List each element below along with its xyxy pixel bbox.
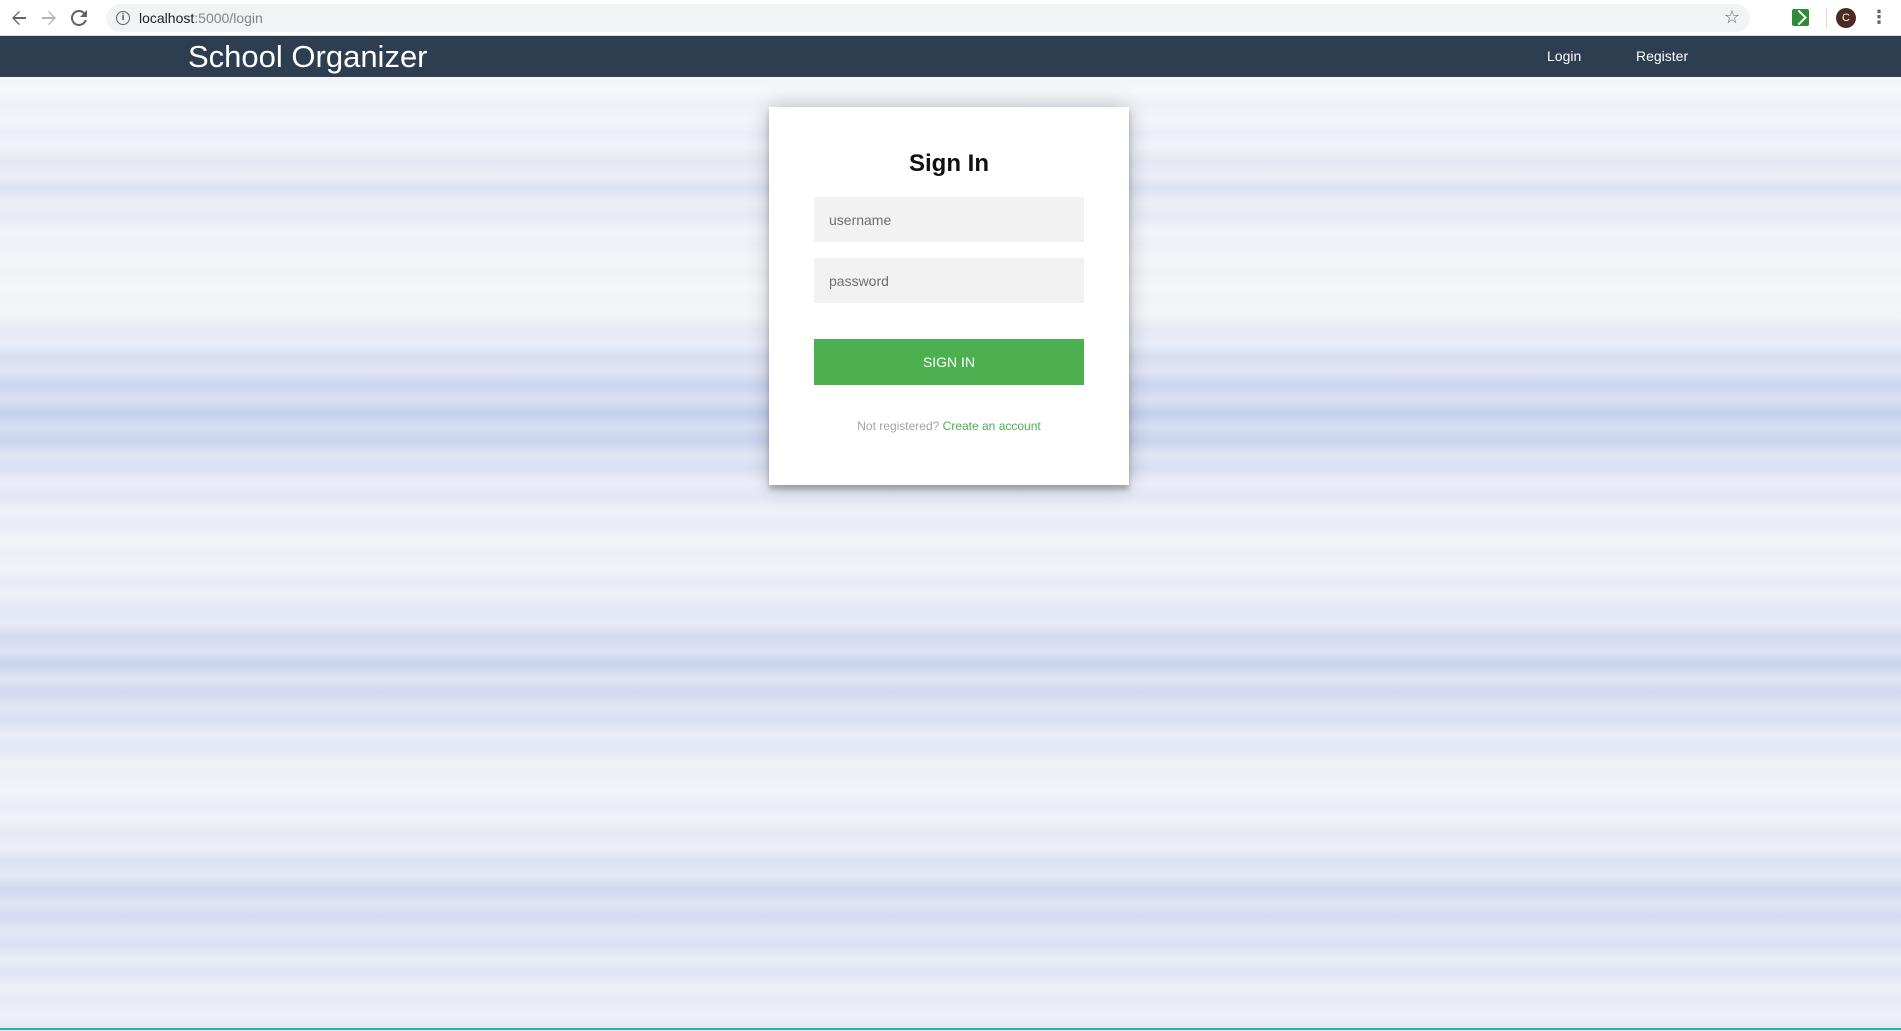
nav-register-link[interactable]: Register — [1636, 48, 1688, 64]
arrow-left-icon — [12, 10, 26, 25]
bottom-accent-line — [0, 1028, 1901, 1030]
extension-icon[interactable] — [1792, 9, 1809, 26]
arrow-right-icon — [42, 10, 56, 25]
profile-avatar[interactable]: C — [1836, 8, 1856, 28]
app-header: School Organizer Login Register — [0, 36, 1901, 77]
create-account-link[interactable]: Create an account — [943, 419, 1041, 433]
register-prompt: Not registered? — [857, 419, 940, 433]
nav-login-link[interactable]: Login — [1547, 48, 1581, 64]
password-input[interactable] — [814, 258, 1084, 303]
sign-in-button[interactable]: SIGN IN — [814, 339, 1084, 385]
forward-button[interactable] — [34, 3, 64, 33]
reload-icon — [71, 9, 87, 26]
reload-button[interactable] — [64, 3, 94, 33]
address-bar[interactable]: i localhost:5000/login ☆ — [106, 4, 1750, 32]
info-icon[interactable]: i — [116, 11, 130, 25]
back-button[interactable] — [4, 3, 34, 33]
browser-toolbar: i localhost:5000/login ☆ C ⋮ — [0, 0, 1901, 36]
kebab-menu-icon[interactable]: ⋮ — [1870, 6, 1888, 30]
url-path: :5000/login — [194, 10, 263, 26]
form-title: Sign In — [909, 150, 989, 177]
register-message: Not registered? Create an account — [769, 419, 1129, 433]
username-input[interactable] — [814, 197, 1084, 242]
url-host: localhost — [139, 10, 195, 26]
login-card: Sign In SIGN IN Not registered? Create a… — [769, 107, 1129, 485]
app-title[interactable]: School Organizer — [188, 40, 428, 74]
url-text[interactable]: localhost:5000/login — [139, 10, 263, 26]
star-icon[interactable]: ☆ — [1724, 7, 1740, 28]
toolbar-divider — [1826, 8, 1827, 28]
